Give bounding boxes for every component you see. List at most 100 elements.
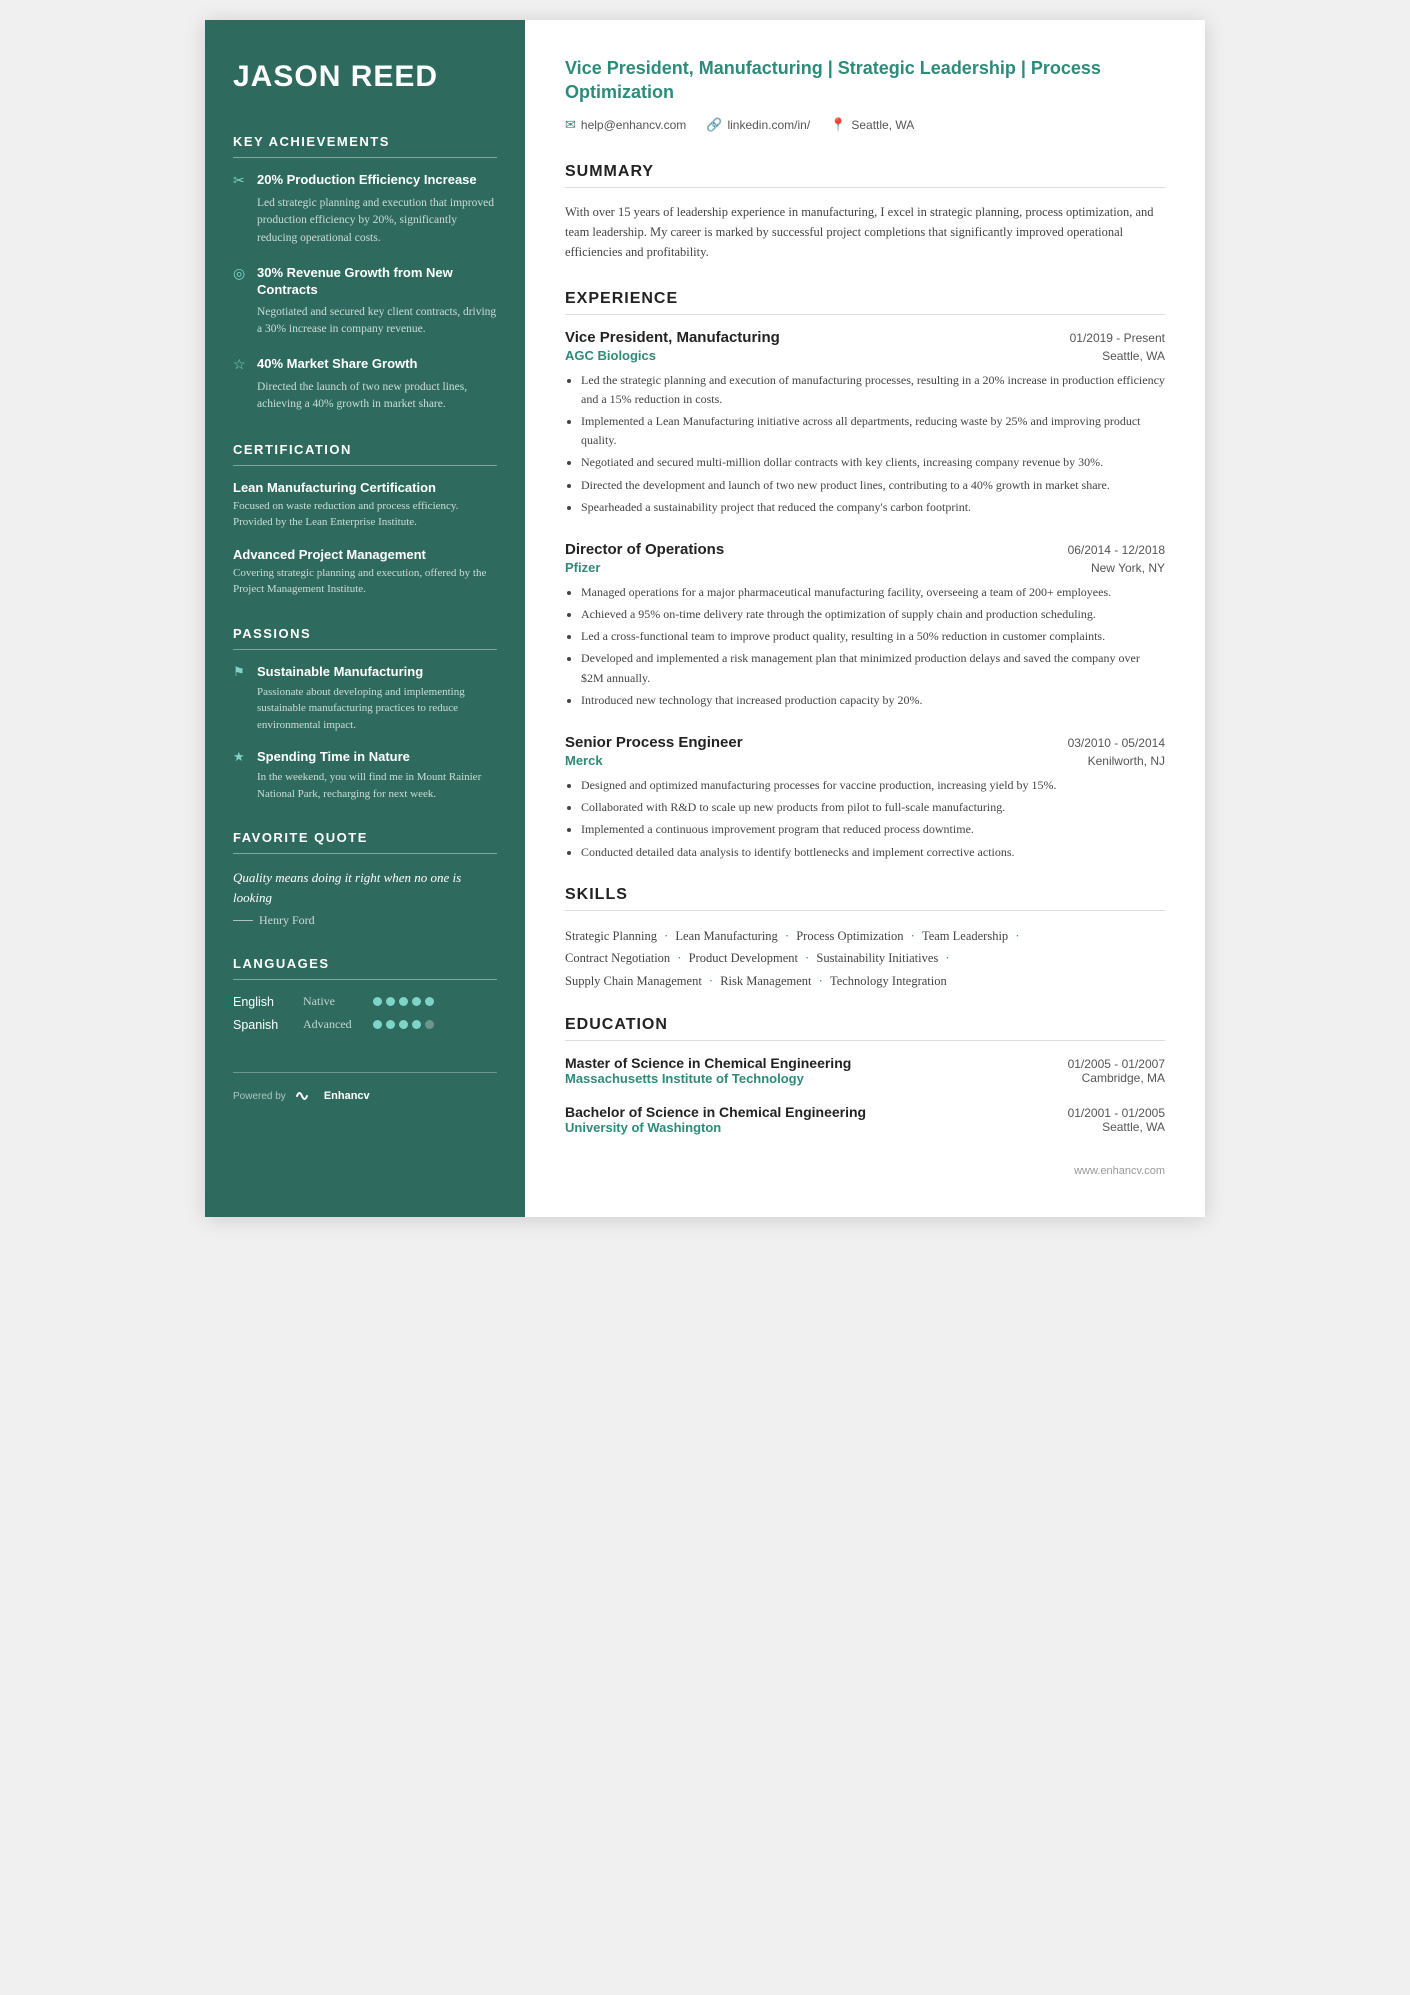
- job-1-dates: 01/2019 - Present: [1070, 331, 1165, 345]
- job-3-bullets: Designed and optimized manufacturing pro…: [565, 776, 1165, 862]
- main-footer: www.enhancv.com: [565, 1165, 1165, 1177]
- job-2-bullet-3: Led a cross-functional team to improve p…: [581, 627, 1165, 646]
- job-1-location: Seattle, WA: [1102, 349, 1165, 363]
- dot-s5: [425, 1020, 434, 1029]
- job-2-header: Director of Operations 06/2014 - 12/2018: [565, 541, 1165, 558]
- sidebar-footer: Powered by Enhancv: [233, 1072, 497, 1103]
- linkedin-text: linkedin.com/in/: [727, 118, 810, 132]
- achievement-item-1: ✂ 20% Production Efficiency Increase Led…: [233, 172, 497, 247]
- skill-1: Strategic Planning: [565, 929, 657, 943]
- job-3: Senior Process Engineer 03/2010 - 05/201…: [565, 734, 1165, 862]
- summary-divider: [565, 187, 1165, 188]
- skill-10: Technology Integration: [830, 974, 947, 988]
- enhancv-logo-icon: [294, 1089, 316, 1103]
- achievement-header-1: ✂ 20% Production Efficiency Increase: [233, 172, 497, 190]
- job-3-header: Senior Process Engineer 03/2010 - 05/201…: [565, 734, 1165, 751]
- summary-section-title: SUMMARY: [565, 163, 1165, 181]
- edu-1-header: Master of Science in Chemical Engineerin…: [565, 1055, 1165, 1071]
- education-section-title: EDUCATION: [565, 1016, 1165, 1034]
- achievements-section-title: KEY ACHIEVEMENTS: [233, 134, 497, 149]
- quote-dash: [233, 920, 253, 921]
- job-1-title: Vice President, Manufacturing: [565, 329, 780, 346]
- achievement-desc-3: Directed the launch of two new product l…: [233, 379, 497, 414]
- job-1-header: Vice President, Manufacturing 01/2019 - …: [565, 329, 1165, 346]
- cert-item-1: Lean Manufacturing Certification Focused…: [233, 480, 497, 531]
- skills-divider: [565, 910, 1165, 911]
- job-2-bullet-4: Developed and implemented a risk managem…: [581, 649, 1165, 687]
- edu-2-dates: 01/2001 - 01/2005: [1068, 1106, 1165, 1120]
- job-3-dates: 03/2010 - 05/2014: [1068, 736, 1165, 750]
- job-2-bullets: Managed operations for a major pharmaceu…: [565, 583, 1165, 710]
- edu-1: Master of Science in Chemical Engineerin…: [565, 1055, 1165, 1086]
- edu-1-school: Massachusetts Institute of Technology: [565, 1071, 804, 1086]
- passion-icon-1: ⚑: [233, 664, 249, 680]
- edu-1-location: Cambridge, MA: [1082, 1071, 1165, 1086]
- job-2-company: Pfizer: [565, 560, 600, 575]
- job-1-bullet-5: Spearheaded a sustainability project tha…: [581, 498, 1165, 517]
- passion-desc-2: In the weekend, you will find me in Moun…: [233, 769, 497, 802]
- dot-s4: [412, 1020, 421, 1029]
- skill-3: Process Optimization: [796, 929, 903, 943]
- dot-s2: [386, 1020, 395, 1029]
- skill-4: Team Leadership: [922, 929, 1008, 943]
- cert-title-2: Advanced Project Management: [233, 547, 497, 562]
- certifications-list: Lean Manufacturing Certification Focused…: [233, 480, 497, 598]
- cert-desc-2: Covering strategic planning and executio…: [233, 565, 497, 598]
- job-2-dates: 06/2014 - 12/2018: [1068, 543, 1165, 557]
- skills-text: Strategic Planning · Lean Manufacturing …: [565, 925, 1165, 993]
- passions-list: ⚑ Sustainable Manufacturing Passionate a…: [233, 664, 497, 803]
- achievements-divider: [233, 157, 497, 158]
- job-1: Vice President, Manufacturing 01/2019 - …: [565, 329, 1165, 517]
- passion-desc-1: Passionate about developing and implemen…: [233, 684, 497, 734]
- job-1-company-row: AGC Biologics Seattle, WA: [565, 348, 1165, 363]
- job-1-bullet-3: Negotiated and secured multi-million dol…: [581, 453, 1165, 472]
- edu-2-degree: Bachelor of Science in Chemical Engineer…: [565, 1104, 866, 1120]
- achievement-title-2: 30% Revenue Growth from New Contracts: [257, 265, 497, 299]
- job-2: Director of Operations 06/2014 - 12/2018…: [565, 541, 1165, 710]
- main-headline: Vice President, Manufacturing | Strategi…: [565, 56, 1165, 105]
- job-3-bullet-2: Collaborated with R&D to scale up new pr…: [581, 798, 1165, 817]
- skill-2: Lean Manufacturing: [675, 929, 777, 943]
- job-1-bullet-2: Implemented a Lean Manufacturing initiat…: [581, 412, 1165, 450]
- lang-row-spanish: Spanish Advanced: [233, 1017, 497, 1032]
- powered-by-label: Powered by: [233, 1091, 286, 1102]
- passions-section-title: PASSIONS: [233, 626, 497, 641]
- passion-item-2: ★ Spending Time in Nature In the weekend…: [233, 749, 497, 802]
- achievement-title-1: 20% Production Efficiency Increase: [257, 172, 477, 189]
- quote-section-title: FAVORITE QUOTE: [233, 830, 497, 845]
- passion-item-1: ⚑ Sustainable Manufacturing Passionate a…: [233, 664, 497, 734]
- main-content: Vice President, Manufacturing | Strategi…: [525, 20, 1205, 1217]
- lang-level-english: Native: [303, 994, 373, 1009]
- experience-section-title: EXPERIENCE: [565, 290, 1165, 308]
- skills-dot-2: ·: [782, 929, 792, 943]
- location-text: Seattle, WA: [851, 118, 914, 132]
- languages-section-title: LANGUAGES: [233, 956, 497, 971]
- lang-name-english: English: [233, 995, 303, 1009]
- achievement-item-3: ☆ 40% Market Share Growth Directed the l…: [233, 356, 497, 414]
- cert-title-1: Lean Manufacturing Certification: [233, 480, 497, 495]
- dot-e1: [373, 997, 382, 1006]
- footer-url: www.enhancv.com: [1074, 1165, 1165, 1177]
- location-icon: 📍: [830, 117, 846, 133]
- skills-dot-3: ·: [908, 929, 918, 943]
- edu-1-school-row: Massachusetts Institute of Technology Ca…: [565, 1071, 1165, 1086]
- achievement-item-2: ◎ 30% Revenue Growth from New Contracts …: [233, 265, 497, 338]
- passion-header-1: ⚑ Sustainable Manufacturing: [233, 664, 497, 680]
- skills-dot-7: ·: [942, 951, 949, 965]
- edu-1-dates: 01/2005 - 01/2007: [1068, 1057, 1165, 1071]
- achievement-title-3: 40% Market Share Growth: [257, 356, 417, 373]
- job-3-bullet-4: Conducted detailed data analysis to iden…: [581, 843, 1165, 862]
- contact-linkedin: 🔗 linkedin.com/in/: [706, 117, 810, 133]
- lang-level-spanish: Advanced: [303, 1017, 373, 1032]
- contact-row: ✉ help@enhancv.com 🔗 linkedin.com/in/ 📍 …: [565, 117, 1165, 133]
- dot-e5: [425, 997, 434, 1006]
- job-3-company-row: Merck Kenilworth, NJ: [565, 753, 1165, 768]
- job-1-bullet-1: Led the strategic planning and execution…: [581, 371, 1165, 409]
- lang-name-spanish: Spanish: [233, 1018, 303, 1032]
- cert-desc-1: Focused on waste reduction and process e…: [233, 498, 497, 531]
- contact-email: ✉ help@enhancv.com: [565, 117, 686, 133]
- skills-dot-1: ·: [661, 929, 671, 943]
- summary-text: With over 15 years of leadership experie…: [565, 202, 1165, 262]
- skill-5: Contract Negotiation: [565, 951, 670, 965]
- passions-divider: [233, 649, 497, 650]
